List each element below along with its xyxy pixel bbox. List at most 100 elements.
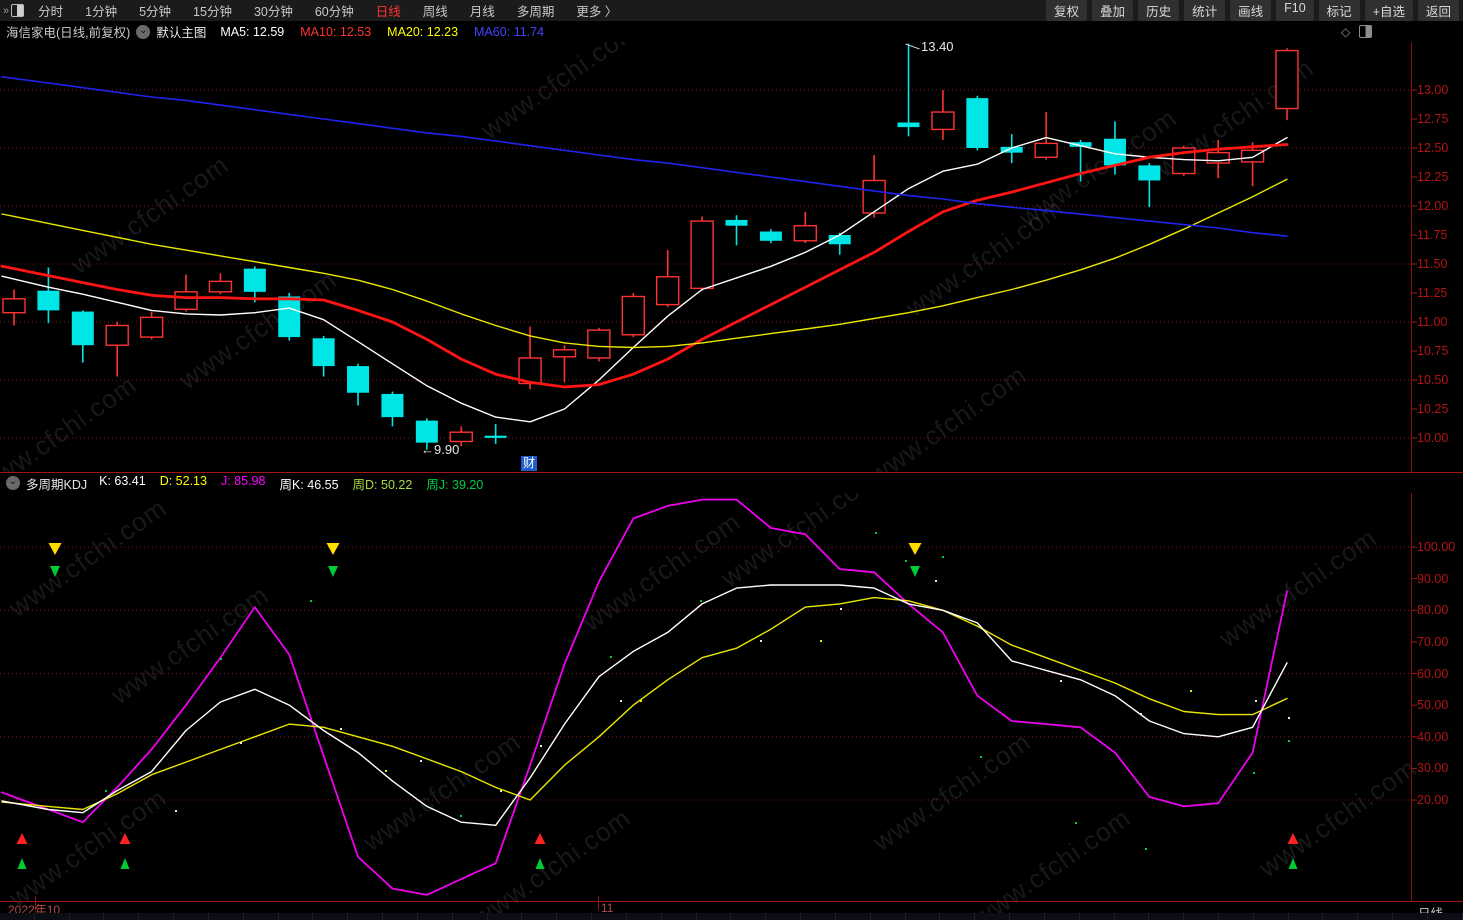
price-axis-label: 11.50 (1417, 257, 1448, 271)
kdj-axis-label: 100.00 (1417, 540, 1456, 554)
kdj-axis-label: 40.00 (1417, 729, 1449, 744)
taskbar-cell (209, 913, 244, 920)
taskbar-cell (557, 913, 593, 920)
taskbar-cell (1010, 913, 1045, 920)
taskbar-cell (70, 913, 105, 920)
taskbar-cell (418, 913, 453, 920)
taskbar-cell (801, 913, 836, 920)
taskbar-cell (627, 913, 662, 920)
kdj-axis-label: 50.00 (1417, 698, 1449, 713)
f10-button[interactable]: F10 (1276, 0, 1314, 21)
price-axis-label: 12.25 (1417, 170, 1449, 184)
price-axis-label: 12.00 (1417, 199, 1449, 213)
price-axis-label: 10.75 (1417, 344, 1449, 358)
taskbar-cell (1289, 913, 1324, 920)
chevron-down-icon[interactable]: ⌄ (136, 24, 151, 39)
tab-1min[interactable]: 1分钟 (85, 1, 117, 20)
price-axis-label: 12.75 (1417, 112, 1449, 126)
kdj-value-label-5: 周J: 39.20 (426, 477, 484, 492)
taskbar-cell (174, 913, 209, 920)
taskbar-cell (279, 913, 314, 920)
taskbar-cell (940, 913, 976, 920)
taskbar-cell (1080, 913, 1115, 920)
kdj-value-labels: K: 63.41 D: 52.13 J: 85.98 周K: 46.55 周D: 50.… (99, 474, 483, 493)
price-axis-label: 11.25 (1417, 286, 1448, 300)
tab-5min[interactable]: 5分钟 (139, 1, 171, 20)
tab-intraday[interactable]: 分时 (38, 1, 63, 20)
tab-multiperiod[interactable]: 多周期 (517, 1, 555, 20)
layout-split-icon[interactable] (1359, 25, 1373, 38)
kdj-value-label-3: 周K: 46.55 (279, 477, 339, 492)
taskbar-cell (1428, 913, 1463, 920)
back-button[interactable]: 返回 (1417, 0, 1459, 21)
taskbar-cell (1254, 913, 1289, 920)
taskbar-cell (522, 913, 558, 920)
taskbar-cell (1115, 913, 1150, 920)
kdj-panel[interactable] (0, 493, 1411, 901)
price-axis-label: 10.50 (1417, 373, 1449, 387)
ma-label-ma10: MA10: 12.53 (300, 24, 372, 39)
tab-60min[interactable]: 60分钟 (315, 1, 354, 20)
header-mini-icons: ◇ (1341, 25, 1373, 39)
price-axis-label: 11.00 (1417, 315, 1448, 329)
taskbar-cell (592, 913, 627, 920)
taskbar-cell (1358, 913, 1394, 920)
adjust-button[interactable]: 复权 (1046, 0, 1088, 21)
main-chart-header: 海信家电(日线,前复权) ⌄ 默认主图 MA5: 12.59 MA10: 12.5… (0, 21, 1463, 42)
drawline-button[interactable]: 画线 (1230, 0, 1272, 21)
ma-label-ma5: MA5: 12.59 (220, 24, 285, 39)
price-axis-label: 11.75 (1417, 228, 1448, 242)
toolbar-buttons: 复权 叠加 历史 统计 画线 F10 标记 +自选 返回 (1046, 0, 1459, 21)
tab-30min[interactable]: 30分钟 (254, 1, 293, 20)
taskbar-cell (0, 913, 35, 920)
price-axis-label: 13.00 (1417, 83, 1449, 97)
taskbar-cell (35, 913, 70, 920)
taskbar-cell (871, 913, 906, 920)
trading-app-window: » 分时 1分钟 5分钟 15分钟 30分钟 60分钟 日线 周线 月线 多周期 更多 〉 复权 叠加… (0, 0, 1463, 920)
taskbar-cell (906, 913, 941, 920)
taskbar-cell (313, 913, 349, 920)
taskbar-cell (662, 913, 697, 920)
history-button[interactable]: 历史 (1138, 0, 1180, 21)
add-watchlist-button[interactable]: +自选 (1364, 0, 1413, 21)
taskbar-cell (1149, 913, 1185, 920)
main-preset-label[interactable]: 默认主图 (156, 22, 206, 41)
stock-title: 海信家电(日线,前复权) (6, 26, 131, 40)
kdj-value-label-0: K: 63.41 (99, 473, 146, 488)
taskbar-cell (139, 913, 175, 920)
kdj-axis-label: 90.00 (1417, 571, 1449, 586)
kdj-axis-label: 20.00 (1417, 793, 1449, 808)
tab-monthly[interactable]: 月线 (470, 1, 495, 20)
taskbar-cell (453, 913, 488, 920)
overlay-button[interactable]: 叠加 (1092, 0, 1134, 21)
taskbar-cell (104, 913, 140, 920)
taskbar-cell (975, 913, 1011, 920)
kdj-axis-label: 30.00 (1417, 761, 1449, 776)
taskbar-cell (244, 913, 279, 920)
taskbar-cell (1323, 913, 1359, 920)
tab-weekly[interactable]: 周线 (423, 1, 448, 20)
taskbar-cell (348, 913, 384, 920)
kdj-chevron-down-icon[interactable]: ⌄ (6, 476, 20, 490)
panel-toggle-icon[interactable]: » (3, 4, 25, 17)
taskbar-cell (383, 913, 418, 920)
main-chart-panel[interactable] (0, 42, 1411, 472)
taskbar-cell (1219, 913, 1254, 920)
tab-daily[interactable]: 日线 (376, 1, 401, 20)
kdj-header: ⌄ 多周期KDJ K: 63.41 D: 52.13 J: 85.98 周K: 46.… (0, 473, 1463, 493)
period-tabs: 分时 1分钟 5分钟 15分钟 30分钟 60分钟 日线 周线 月线 多周期 更多 〉 (38, 1, 617, 20)
diamond-icon[interactable]: ◇ (1341, 25, 1350, 39)
kdj-axis-label: 80.00 (1417, 603, 1449, 618)
taskbar-cell (1045, 913, 1080, 920)
mark-button[interactable]: 标记 (1318, 0, 1360, 21)
price-axis-label: 10.25 (1417, 402, 1449, 416)
stats-button[interactable]: 统计 (1184, 0, 1226, 21)
tab-15min[interactable]: 15分钟 (193, 1, 232, 20)
tab-more[interactable]: 更多 〉 (576, 1, 617, 20)
taskbar-cell (1184, 913, 1219, 920)
taskbar-cell (697, 913, 732, 920)
taskbar-cell (836, 913, 871, 920)
taskbar-cell (488, 913, 523, 920)
kdj-title: 多周期KDJ (26, 477, 88, 492)
kdj-value-label-1: D: 52.13 (159, 473, 207, 488)
